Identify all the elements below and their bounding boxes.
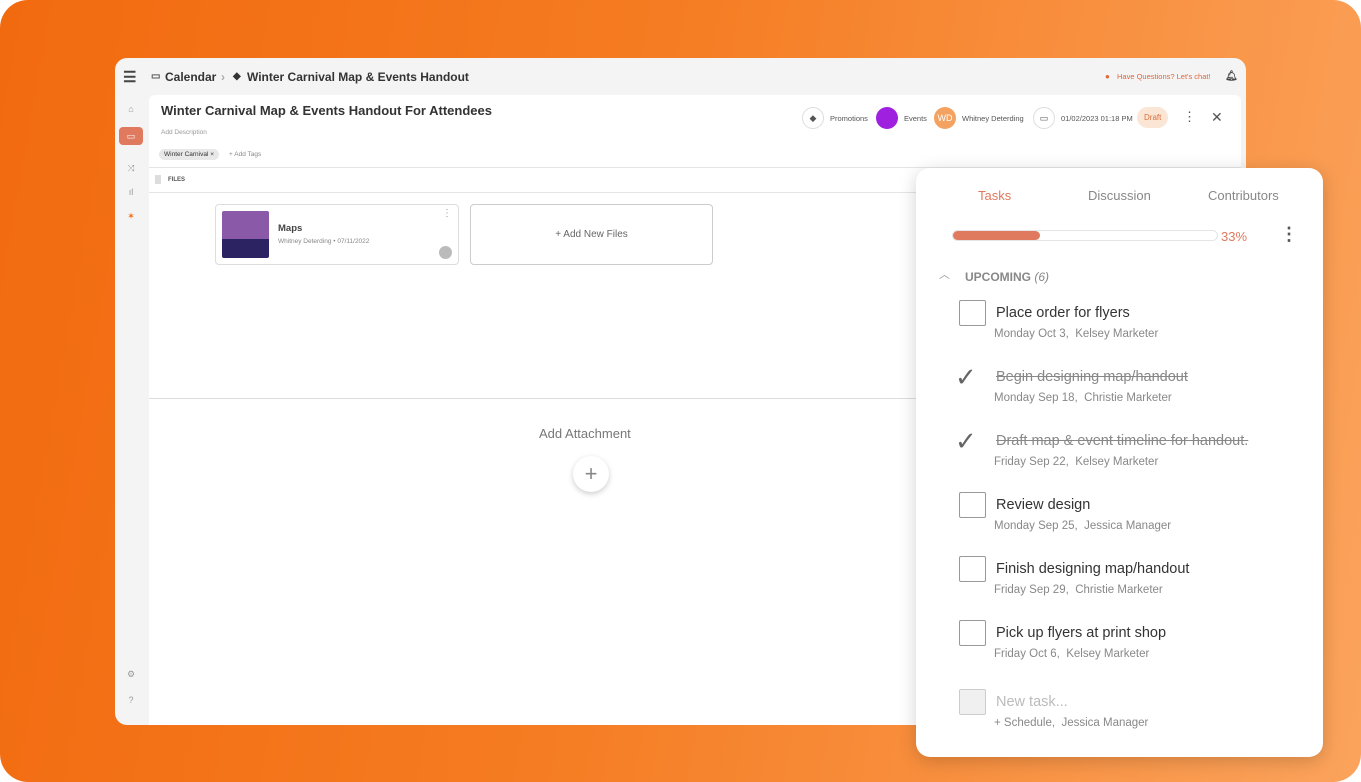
add-attachment-button[interactable]: + xyxy=(573,456,609,492)
status-badge[interactable]: Draft xyxy=(1137,107,1169,128)
task-assignee: Kelsey Marketer xyxy=(1066,648,1150,660)
task-assignee: Kelsey Marketer xyxy=(1075,456,1159,468)
add-new-files-button[interactable]: + Add New Files xyxy=(470,204,713,265)
task-assignee: Christie Marketer xyxy=(1084,392,1172,404)
task-date: Monday Sep 25, xyxy=(994,520,1078,532)
tab-tasks[interactable]: Tasks xyxy=(978,188,1011,203)
owner-chip[interactable]: WD Whitney Deterding xyxy=(934,107,1024,129)
progress-fill xyxy=(953,231,1041,240)
task-assignee: Christie Marketer xyxy=(1075,584,1163,596)
tag-icon: ◆ xyxy=(802,107,824,129)
task-assignee: Kelsey Marketer xyxy=(1075,328,1159,340)
checkbox[interactable] xyxy=(959,492,986,518)
breadcrumb-calendar[interactable]: Calendar xyxy=(165,70,216,84)
task-meta: Monday Sep 25, Jessica Manager xyxy=(994,520,1171,532)
task-meta: Monday Oct 3, Kelsey Marketer xyxy=(994,328,1158,340)
chart-icon[interactable]: ıl xyxy=(119,183,143,201)
panel-more-icon[interactable]: ⋮ xyxy=(1280,224,1298,245)
tag-chip[interactable]: Winter Carnival × xyxy=(159,149,220,160)
file-meta: Whitney Deterding • 07/11/2022 xyxy=(278,238,370,245)
file-icon xyxy=(155,175,161,184)
settings-icon[interactable]: ⚙ xyxy=(119,665,143,683)
menu-icon[interactable]: ☰ xyxy=(123,68,136,86)
check-icon[interactable]: ✓ xyxy=(955,362,977,393)
task-title[interactable]: Place order for flyers xyxy=(996,305,1130,321)
bell-icon[interactable]: 🔔︎ xyxy=(1225,71,1238,82)
trash-icon[interactable] xyxy=(439,246,452,259)
star-icon[interactable]: ✶ xyxy=(119,207,143,225)
tag-label: Winter Carnival xyxy=(164,151,209,158)
page-title: Winter Carnival Map & Events Handout For… xyxy=(161,103,492,118)
calendar-nav-icon[interactable]: ▭ xyxy=(119,127,143,145)
task-title[interactable]: Draft map & event timeline for handout. xyxy=(996,433,1248,449)
task-date: Friday Sep 29, xyxy=(994,584,1069,596)
check-icon[interactable]: ✓ xyxy=(955,426,977,457)
chat-icon: ● xyxy=(1105,72,1110,81)
task-date: Monday Oct 3, xyxy=(994,328,1069,340)
task-meta: Friday Sep 22, Kelsey Marketer xyxy=(994,456,1158,468)
task-meta: Friday Sep 29, Christie Marketer xyxy=(994,584,1163,596)
progress-label: 33% xyxy=(1221,229,1248,244)
checkbox[interactable] xyxy=(959,556,986,582)
file-thumbnail xyxy=(222,211,269,258)
task-title[interactable]: Finish designing map/handout xyxy=(996,561,1189,577)
tag-icon: ◆ xyxy=(233,71,241,82)
top-bar: ☰ ▭ Calendar › ◆ Winter Carnival Map & E… xyxy=(115,58,1246,95)
task-meta: Monday Sep 18, Christie Marketer xyxy=(994,392,1172,404)
add-attachment-label: Add Attachment xyxy=(539,426,631,441)
file-more-icon[interactable]: ⋮ xyxy=(442,208,452,219)
help-icon[interactable]: ? xyxy=(119,691,143,709)
group-label: UPCOMING (6) xyxy=(965,270,1049,284)
file-name: Maps xyxy=(278,223,303,234)
files-label: FILES xyxy=(168,177,186,183)
progress-bar xyxy=(952,230,1218,241)
description-input[interactable]: Add Description xyxy=(161,129,207,136)
home-icon[interactable]: ⌂ xyxy=(119,100,143,118)
task-assignee: Jessica Manager xyxy=(1084,520,1172,532)
checkbox[interactable] xyxy=(959,300,986,326)
category-chip[interactable]: ◆ Promotions xyxy=(802,107,868,129)
datetime-label: 01/02/2023 01:18 PM xyxy=(1061,113,1133,123)
category-label: Promotions xyxy=(830,113,868,123)
tab-discussion[interactable]: Discussion xyxy=(1088,188,1151,203)
add-tags-button[interactable]: + Add Tags xyxy=(229,151,261,158)
shuffle-icon[interactable]: ⤨ xyxy=(119,159,143,177)
tasks-panel: Tasks Discussion Contributors 33% ⋮ ︿ UP… xyxy=(916,168,1323,757)
help-chat-link[interactable]: Have Questions? Let's chat! xyxy=(1117,72,1211,81)
file-card[interactable]: Maps Whitney Deterding • 07/11/2022 ⋮ xyxy=(215,204,459,265)
group-count: (6) xyxy=(1034,270,1050,284)
more-options-icon[interactable]: ⋮ xyxy=(1183,109,1196,125)
group-name: UPCOMING xyxy=(965,270,1031,284)
task-assignee[interactable]: Jessica Manager xyxy=(1061,717,1148,729)
calendar-chip[interactable]: Events xyxy=(876,107,927,129)
breadcrumb-current: Winter Carnival Map & Events Handout xyxy=(247,69,469,84)
tab-contributors[interactable]: Contributors xyxy=(1208,188,1279,203)
task-title[interactable]: Begin designing map/handout xyxy=(996,369,1188,385)
task-date: Friday Oct 6, xyxy=(994,648,1060,660)
datetime-chip[interactable]: ▭ 01/02/2023 01:18 PM xyxy=(1033,107,1133,129)
task-date: Monday Sep 18, xyxy=(994,392,1078,404)
task-meta: + Schedule, Jessica Manager xyxy=(994,717,1148,729)
checkbox[interactable] xyxy=(959,689,986,715)
chevron-right-icon: › xyxy=(221,69,225,84)
remove-tag-icon[interactable]: × xyxy=(210,151,214,158)
checkbox[interactable] xyxy=(959,620,986,646)
sidebar: ⌂ ▭ ⤨ ıl ✶ ⚙ ? xyxy=(115,95,148,725)
task-date: Friday Sep 22, xyxy=(994,456,1069,468)
task-meta: Friday Oct 6, Kelsey Marketer xyxy=(994,648,1149,660)
calendar-label: Events xyxy=(904,113,927,123)
close-icon[interactable]: ✕ xyxy=(1211,109,1223,126)
calendar-icon: ▭ xyxy=(1033,107,1055,129)
task-title[interactable]: Review design xyxy=(996,497,1090,513)
collapse-chevron-icon[interactable]: ︿ xyxy=(939,266,950,282)
task-title[interactable]: Pick up flyers at print shop xyxy=(996,625,1166,641)
owner-name: Whitney Deterding xyxy=(962,113,1024,123)
calendar-icon: ▭ xyxy=(151,71,161,82)
new-task-input[interactable]: New task... xyxy=(996,694,1068,710)
schedule-link[interactable]: + Schedule, xyxy=(994,717,1055,729)
calendar-color-dot xyxy=(876,107,898,129)
avatar: WD xyxy=(934,107,956,129)
